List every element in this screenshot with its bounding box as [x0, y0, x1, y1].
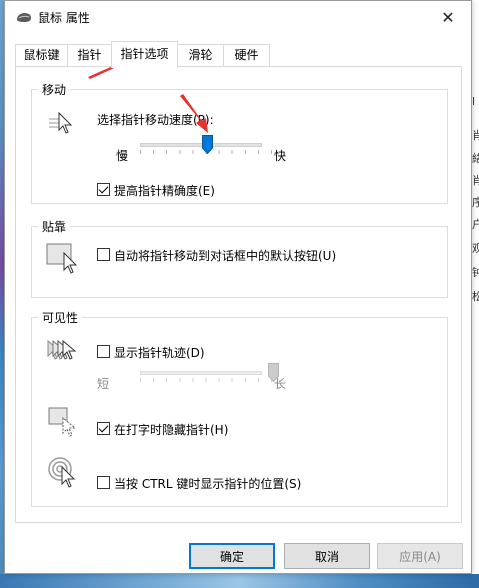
snap-to-checkbox[interactable] [97, 248, 110, 261]
mouse-properties-dialog: 鼠标 属性 ✕ 鼠标键 指针 指针选项 滑轮 硬件 移动 选择指针移动速度(P)… [4, 0, 472, 574]
tab-buttons[interactable]: 鼠标键 [15, 44, 68, 66]
window-title: 鼠标 属性 [38, 11, 90, 25]
close-button[interactable]: ✕ [425, 1, 471, 33]
background-text: 肖 [472, 174, 479, 187]
tab-pointers[interactable]: 指针 [67, 44, 112, 66]
visibility-group-label: 可见性 [38, 309, 83, 326]
background-text: l [472, 95, 476, 108]
tab-hardware[interactable]: 硬件 [223, 44, 270, 66]
motion-group-label: 移动 [38, 81, 71, 98]
background-text: 肖 [472, 129, 479, 142]
mouse-icon [17, 13, 31, 22]
snap-to-label[interactable]: 自动将指针移动到对话框中的默认按钮(U) [114, 247, 336, 264]
tab-pointer-options[interactable]: 指针选项 [111, 41, 178, 68]
background-text: 户 [472, 218, 479, 231]
pointer-trails-icon [47, 339, 77, 360]
slow-label: 慢 [116, 149, 129, 163]
hide-while-typing-label[interactable]: 在打字时隐藏指针(H) [114, 421, 228, 438]
background-text: 钟 [472, 266, 479, 279]
trails-slider-ticks [140, 378, 273, 382]
apply-button[interactable]: 应用(A) [377, 543, 463, 569]
background-text: 观 [472, 242, 479, 255]
enhance-precision-checkbox[interactable] [97, 183, 110, 196]
background-text: 絡 [472, 152, 479, 165]
show-location-label[interactable]: 当按 CTRL 键时显示指针的位置(S) [114, 475, 301, 492]
tab-wheel[interactable]: 滑轮 [177, 44, 224, 66]
ok-button[interactable]: 确定 [189, 543, 275, 569]
background-text: 序 [472, 196, 479, 209]
close-icon: ✕ [441, 7, 455, 27]
taskbar-background [0, 574, 479, 588]
pointer-options-panel: 移动 选择指针移动速度(P): 慢 快 提高指针精确度(E) 贴靠 自动将指针移… [15, 66, 462, 523]
speed-slider-thumb[interactable] [201, 135, 213, 154]
cancel-button[interactable]: 取消 [284, 543, 370, 569]
hide-while-typing-icon [48, 407, 77, 437]
short-label: 短 [97, 377, 110, 391]
show-location-icon [48, 457, 76, 488]
pointer-speed-icon [49, 111, 73, 134]
trails-slider-track[interactable] [140, 371, 262, 375]
show-location-checkbox[interactable] [97, 476, 110, 489]
snap-group-label: 贴靠 [38, 218, 71, 235]
pointer-trails-label[interactable]: 显示指针轨迹(D) [114, 344, 205, 361]
fast-label: 快 [274, 149, 287, 163]
long-label: 长 [274, 377, 287, 391]
enhance-precision-label[interactable]: 提高指针精确度(E) [114, 182, 215, 199]
title-bar[interactable]: 鼠标 属性 ✕ [5, 1, 471, 33]
speed-label: 选择指针移动速度(P): [97, 113, 214, 127]
background-text: 松 [472, 290, 479, 303]
hide-while-typing-checkbox[interactable] [97, 422, 110, 435]
snap-to-icon [46, 243, 78, 274]
pointer-trails-checkbox[interactable] [97, 345, 110, 358]
